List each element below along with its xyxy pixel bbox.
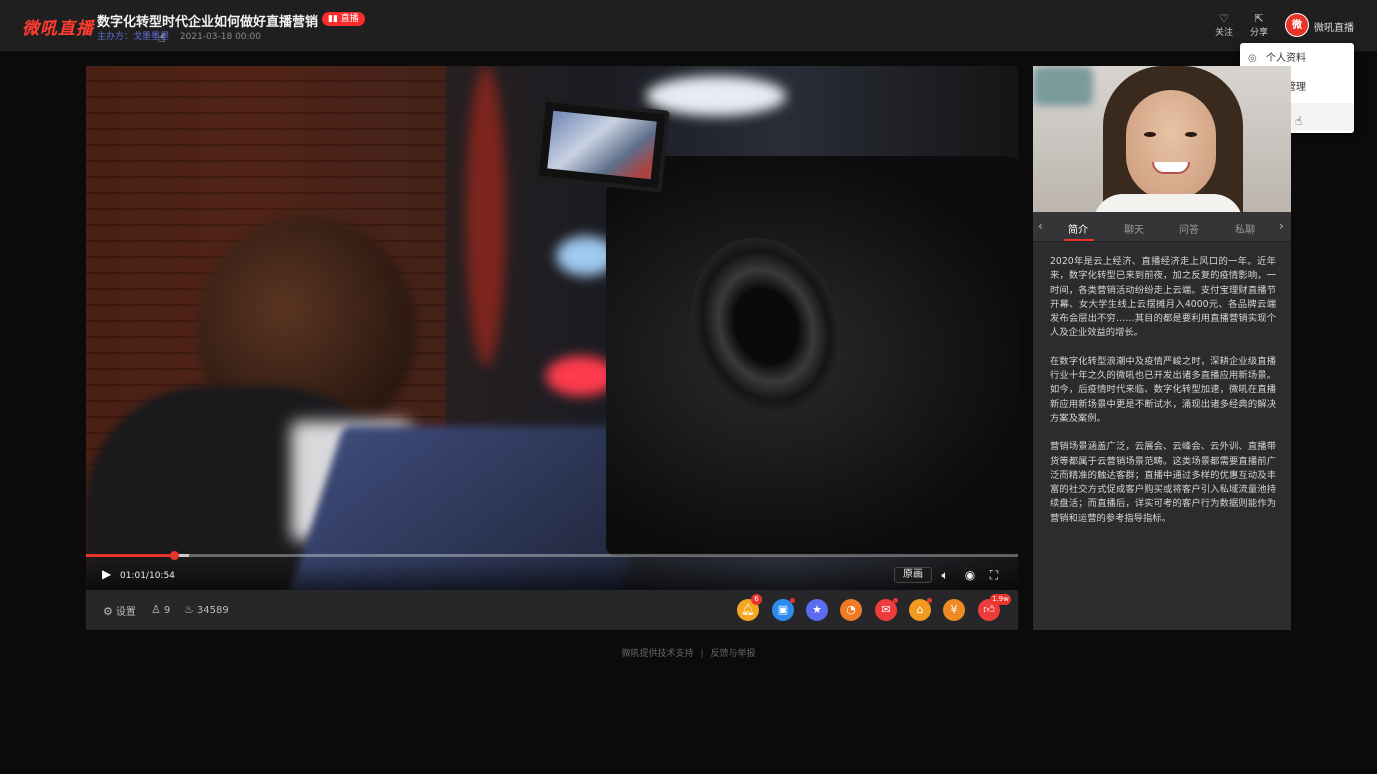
online-count: ♙ 9 bbox=[151, 603, 170, 616]
chevron-right-icon[interactable]: › bbox=[1279, 219, 1284, 233]
online-count-value: 9 bbox=[163, 605, 171, 616]
intro-text: 2020年是云上经济、直播经济走上风口的一年。近年来，数字化转型已来到前夜，加之… bbox=[1050, 255, 1276, 540]
logo[interactable]: 微吼直播 bbox=[22, 14, 94, 39]
avatar[interactable]: 微 bbox=[1285, 13, 1309, 37]
share-icon: ⇱ bbox=[1254, 12, 1264, 25]
tab-qa[interactable]: 问答 bbox=[1179, 221, 1199, 236]
intro-paragraph: 营销场景涵盖广泛，云展会、云峰会、云外训、直播带货等都属于云营销场景范畴。这类场… bbox=[1050, 441, 1276, 524]
reward-icon[interactable]: ¥ bbox=[943, 599, 965, 621]
active-tab-indicator bbox=[1064, 239, 1094, 241]
host-face bbox=[1126, 90, 1216, 200]
red-dot bbox=[893, 598, 898, 603]
follow-button[interactable]: ♡ 关注 bbox=[1210, 12, 1238, 38]
favorite-icon[interactable]: ★ bbox=[806, 599, 828, 621]
fullscreen-icon[interactable]: ⛶ bbox=[987, 568, 1001, 582]
progress-fill bbox=[86, 554, 174, 557]
like-icon[interactable]: 👍︎ 1.9w bbox=[978, 594, 1011, 621]
person-icon: ♙ bbox=[151, 603, 161, 616]
chevron-left-icon[interactable]: ‹ bbox=[1038, 219, 1043, 233]
gift-icon[interactable]: ⌂ bbox=[909, 598, 932, 621]
heart-icon: ♡ bbox=[1219, 12, 1229, 25]
mouse-cursor-icon: ☝ bbox=[158, 31, 166, 45]
top-bar: 微吼直播 数字化转型时代企业如何做好直播营销 ▮▮ 直播 主办方：戈墨墨墨 20… bbox=[0, 0, 1377, 52]
settings-button[interactable]: ⚙ 设置 bbox=[103, 603, 136, 618]
time-display: 01:01/10:54 bbox=[120, 571, 175, 581]
sign-in-icon[interactable]: ▣ bbox=[772, 598, 795, 621]
video-bokeh bbox=[466, 66, 506, 366]
tab-chat[interactable]: 聊天 bbox=[1124, 221, 1144, 236]
bell-icon[interactable]: 🔔︎ 6 bbox=[737, 594, 762, 621]
footer: 微吼提供技术支持 | 反馈与举报 bbox=[0, 646, 1377, 659]
interaction-toolbar: ⚙ 设置 ♙ 9 ♨ 34589 🔔︎ 6 ▣ ★ ◔ ✉ ⌂ ¥ 👍︎ 1.9w bbox=[86, 590, 1018, 630]
player-controls: ▶ 01:01/10:54 原画 🔈︎ ◉ ⛶ bbox=[86, 562, 1018, 590]
live-badge: ▮▮ 直播 bbox=[322, 12, 365, 26]
host-label: 主办方： bbox=[97, 32, 134, 42]
user-name[interactable]: 微吼直播 bbox=[1314, 19, 1354, 34]
progress-bar[interactable] bbox=[86, 551, 1018, 560]
user-icon: ◎ bbox=[1248, 53, 1257, 64]
barrage-icon[interactable]: ◉ bbox=[963, 568, 977, 582]
share-label: 分享 bbox=[1249, 28, 1268, 38]
progress-knob[interactable] bbox=[169, 551, 179, 560]
mouse-cursor-icon: ☝ bbox=[1295, 114, 1303, 128]
report-link[interactable]: 反馈与举报 bbox=[711, 649, 756, 659]
intro-paragraph: 2020年是云上经济、直播经济走上风口的一年。近年来，数字化转型已来到前夜，加之… bbox=[1050, 256, 1276, 339]
play-icon[interactable]: ▶ bbox=[102, 567, 114, 581]
red-packet-icon[interactable]: ✉ bbox=[875, 598, 898, 621]
like-count-badge: 1.9w bbox=[990, 594, 1011, 605]
notification-badge: 6 bbox=[751, 594, 762, 605]
heat-count-value: 34589 bbox=[196, 605, 229, 616]
red-dot bbox=[790, 598, 795, 603]
video-camera-screen bbox=[534, 97, 670, 193]
host-smile bbox=[1152, 162, 1190, 174]
follow-label: 关注 bbox=[1214, 28, 1233, 38]
host-eye bbox=[1144, 132, 1156, 137]
volume-icon[interactable]: 🔈︎ bbox=[938, 568, 952, 582]
share-button[interactable]: ⇱ 分享 bbox=[1245, 12, 1273, 38]
lottery-icon[interactable]: ◔ bbox=[840, 599, 862, 621]
heat-count: ♨ 34589 bbox=[184, 603, 229, 616]
host-shirt bbox=[1093, 194, 1243, 212]
page-title: 数字化转型时代企业如何做好直播营销 bbox=[97, 15, 319, 30]
tab-private-chat[interactable]: 私聊 bbox=[1235, 221, 1255, 236]
gear-icon: ⚙ bbox=[103, 605, 113, 618]
host-video bbox=[1033, 66, 1291, 212]
quality-button[interactable]: 原画 bbox=[894, 567, 932, 583]
tab-intro[interactable]: 简介 bbox=[1068, 221, 1088, 236]
menu-item-label: 个人资料 bbox=[1266, 53, 1306, 64]
video-bokeh bbox=[1033, 66, 1093, 106]
video-frame bbox=[86, 66, 1018, 590]
video-player[interactable]: ▶ 01:01/10:54 原画 🔈︎ ◉ ⛶ bbox=[86, 66, 1018, 590]
flame-icon: ♨ bbox=[184, 603, 194, 616]
powered-by-link[interactable]: 微吼提供技术支持 bbox=[621, 649, 693, 659]
settings-label: 设置 bbox=[115, 607, 136, 618]
red-dot bbox=[927, 598, 932, 603]
host-line: 主办方：戈墨墨墨 2021-03-18 00:00 bbox=[97, 29, 261, 42]
host-eye bbox=[1185, 132, 1197, 137]
intro-paragraph: 在数字化转型浪潮中及疫情严峻之时，深耕企业级直播行业十年之久的微吼也已开发出诸多… bbox=[1050, 355, 1276, 424]
side-tabs: ‹ 简介 聊天 问答 私聊 › bbox=[1033, 212, 1291, 242]
broadcast-date: 2021-03-18 00:00 bbox=[179, 32, 262, 42]
footer-separator: | bbox=[700, 649, 704, 659]
side-panel: ‹ 简介 聊天 问答 私聊 › 2020年是云上经济、直播经济走上风口的一年。近… bbox=[1033, 66, 1291, 630]
